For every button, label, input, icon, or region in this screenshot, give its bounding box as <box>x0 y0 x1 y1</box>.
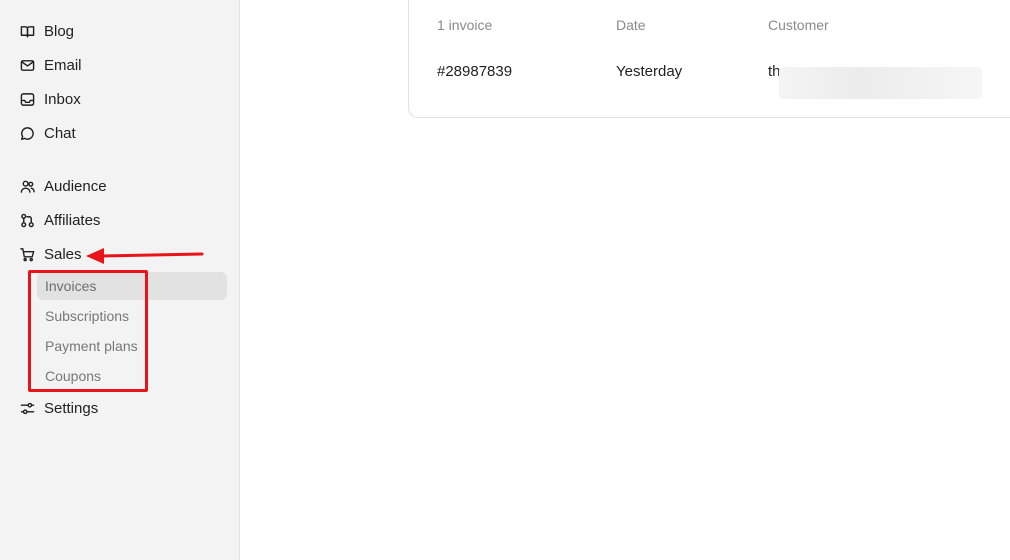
book-icon <box>20 25 35 37</box>
invoice-date: Yesterday <box>616 63 683 80</box>
sidebar-item-label: Email <box>44 56 82 74</box>
sidebar-item-audience[interactable]: Audience <box>20 174 107 198</box>
sidebar-item-label: Blog <box>44 22 75 40</box>
annotation-arrow-icon <box>86 248 204 264</box>
sidebar-item-sales[interactable]: Sales <box>20 242 82 266</box>
date-column-header: Date <box>616 17 646 33</box>
sliders-icon <box>20 402 35 414</box>
sidebar-item-inbox[interactable]: Inbox <box>20 87 81 111</box>
sidebar-item-label: Affiliates <box>44 211 101 229</box>
cart-icon <box>20 247 35 261</box>
sidebar-item-affiliates[interactable]: Affiliates <box>20 208 100 232</box>
affiliates-icon <box>21 213 34 227</box>
chat-bubble-icon <box>20 126 34 140</box>
sidebar-item-label: Audience <box>44 177 107 195</box>
app-window: Blog Email Inbox Chat Audience Affiliate… <box>0 0 1010 560</box>
sidebar-item-label: Inbox <box>44 90 81 108</box>
sidebar-item-blog[interactable]: Blog <box>20 19 74 43</box>
sidebar-item-email[interactable]: Email <box>20 53 82 77</box>
sidebar-item-settings[interactable]: Settings <box>20 396 98 420</box>
sidebar-item-label: Chat <box>44 124 76 142</box>
mail-icon <box>20 59 35 71</box>
annotation-highlight-box <box>28 270 148 392</box>
redacted-customer-blur <box>779 67 982 99</box>
inbox-icon <box>20 92 35 106</box>
sidebar-item-chat[interactable]: Chat <box>20 121 76 145</box>
invoices-card: 1 invoice Date Customer #28987839 Yester… <box>408 0 1010 118</box>
invoice-count-header: 1 invoice <box>437 17 493 33</box>
sidebar-item-label: Sales <box>44 245 82 263</box>
customer-column-header: Customer <box>768 17 829 33</box>
users-icon <box>20 180 35 193</box>
sidebar-item-label: Settings <box>44 399 99 417</box>
invoice-id[interactable]: #28987839 <box>437 63 512 80</box>
